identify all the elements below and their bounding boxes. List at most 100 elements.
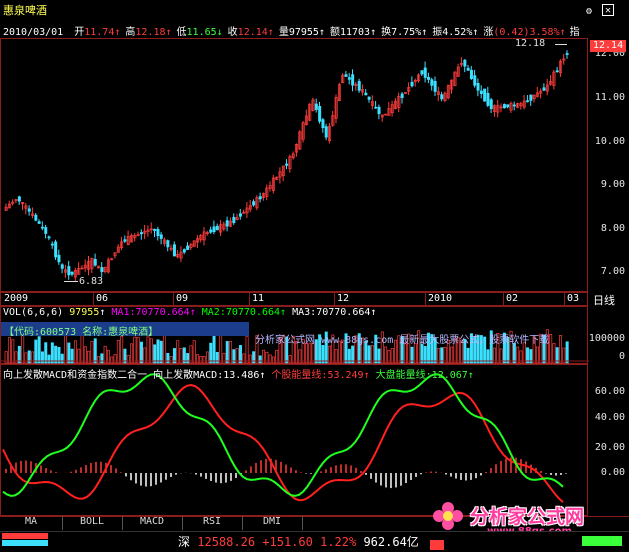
vol-arrow: ↑: [99, 307, 106, 318]
volume-bar: [44, 342, 48, 364]
candle-body: [252, 201, 256, 206]
index-change: +151.60: [262, 535, 313, 549]
candle-body: [529, 94, 533, 101]
candle-body: [512, 104, 516, 107]
candle-body: [430, 79, 434, 86]
tab-boll[interactable]: BOLL: [62, 516, 123, 530]
time-divider: [173, 293, 174, 305]
stock-name: 惠泉啤酒: [3, 4, 47, 17]
candle-body: [100, 267, 104, 273]
candle-body: [502, 104, 506, 109]
volume-bar: [110, 356, 114, 364]
volume-bar: [159, 340, 163, 364]
time-divider: [503, 293, 504, 305]
candle-body: [139, 232, 143, 235]
indicator-legend: 向上发散MACD和资金指数二合一 向上发散MACD:13.486↑ 个股能量线:…: [3, 370, 474, 381]
price-tick: 10.00: [594, 136, 625, 147]
candle-body: [420, 70, 424, 75]
candle-body: [318, 105, 322, 122]
candle-body: [159, 234, 163, 239]
volume-bar: [248, 354, 252, 364]
vol-tick-0: 0: [618, 351, 625, 362]
close-icon[interactable]: ✕: [602, 4, 614, 16]
volume-bar: [219, 335, 223, 364]
quote-overflow: 指: [569, 27, 580, 38]
volume-bar: [271, 356, 275, 364]
gege-label: 个股能量线:: [271, 370, 328, 381]
volume-bar: [304, 342, 308, 364]
volume-bar: [21, 335, 25, 364]
quote-item: 量97955↑: [278, 27, 325, 38]
volume-bar: [156, 339, 160, 364]
vol-ma1: MA1:70770.664: [111, 307, 190, 318]
vol-tick-100000: 100000: [588, 333, 625, 344]
price-tick: 8.00: [600, 223, 625, 234]
quote-date: 2010/03/01: [3, 27, 64, 38]
volume-bar: [7, 337, 11, 364]
quote-item: 低11.65↓: [176, 27, 223, 38]
candle-body: [172, 244, 176, 257]
tab-dmi[interactable]: DMI: [242, 516, 303, 530]
candle-body: [351, 74, 355, 86]
candle-body: [377, 106, 381, 115]
time-label: 12: [337, 293, 350, 304]
volume-bar: [120, 336, 124, 364]
volume-bar: [93, 338, 97, 364]
price-chart[interactable]: [0, 38, 588, 292]
volume-bar: [133, 336, 137, 364]
volume-bar: [139, 341, 143, 364]
volume-bar: [146, 336, 150, 364]
volume-bar: [413, 343, 417, 364]
candle-body: [232, 216, 236, 224]
volume-bar: [229, 341, 233, 364]
volume-bar: [321, 345, 325, 364]
indicator-plot: [2, 373, 567, 503]
volume-bar: [80, 334, 84, 364]
candle-body: [489, 99, 493, 110]
candle-body: [476, 82, 480, 91]
volume-bar: [149, 338, 153, 364]
tab-macd[interactable]: MACD: [122, 516, 183, 530]
volume-bar: [50, 342, 54, 364]
candle-body: [50, 243, 54, 246]
volume-bar: [212, 335, 216, 364]
volume-bar: [288, 355, 292, 364]
time-divider: [425, 293, 426, 305]
volume-bar: [163, 334, 167, 364]
volume-bar: [552, 343, 556, 364]
volume-bar: [169, 356, 173, 364]
ind-sub-value: 13.486: [223, 370, 260, 381]
candle-body: [364, 92, 368, 96]
candle-body: [367, 96, 371, 100]
candle-body: [44, 227, 48, 234]
candle-body: [238, 213, 242, 217]
tab-rsi[interactable]: RSI: [182, 516, 243, 530]
candle-body: [440, 94, 444, 100]
index-status: 深 12588.26 +151.60 1.22% 962.64亿: [178, 533, 419, 550]
ind-tick-20: 20.00: [594, 442, 625, 453]
candle-body: [565, 53, 569, 55]
volume-bar: [370, 345, 374, 364]
volume-bar: [559, 335, 563, 364]
settings-icon[interactable]: ⚙: [586, 6, 596, 17]
volume-bar: [328, 345, 332, 364]
candle-body: [347, 77, 351, 80]
candle-body: [17, 196, 21, 202]
candle-body: [153, 228, 157, 232]
volume-bar: [268, 354, 272, 364]
volume-bar: [192, 340, 196, 364]
tab-ma[interactable]: MA: [0, 516, 63, 530]
candle-body: [542, 87, 546, 91]
ind-tick-60: 60.00: [594, 386, 625, 397]
current-price-badge: 12.14: [590, 40, 627, 52]
indicator-panel[interactable]: [0, 364, 588, 516]
ind-tick-0: 0.00: [600, 467, 625, 478]
candle-body: [54, 241, 58, 258]
candle-body: [357, 81, 361, 91]
candle-body: [156, 229, 160, 236]
candlestick-plot: [4, 50, 569, 282]
index-pct: 1.22%: [320, 535, 357, 549]
candle-body: [67, 266, 71, 276]
volume-bar: [153, 344, 157, 364]
time-divider: [249, 293, 250, 305]
